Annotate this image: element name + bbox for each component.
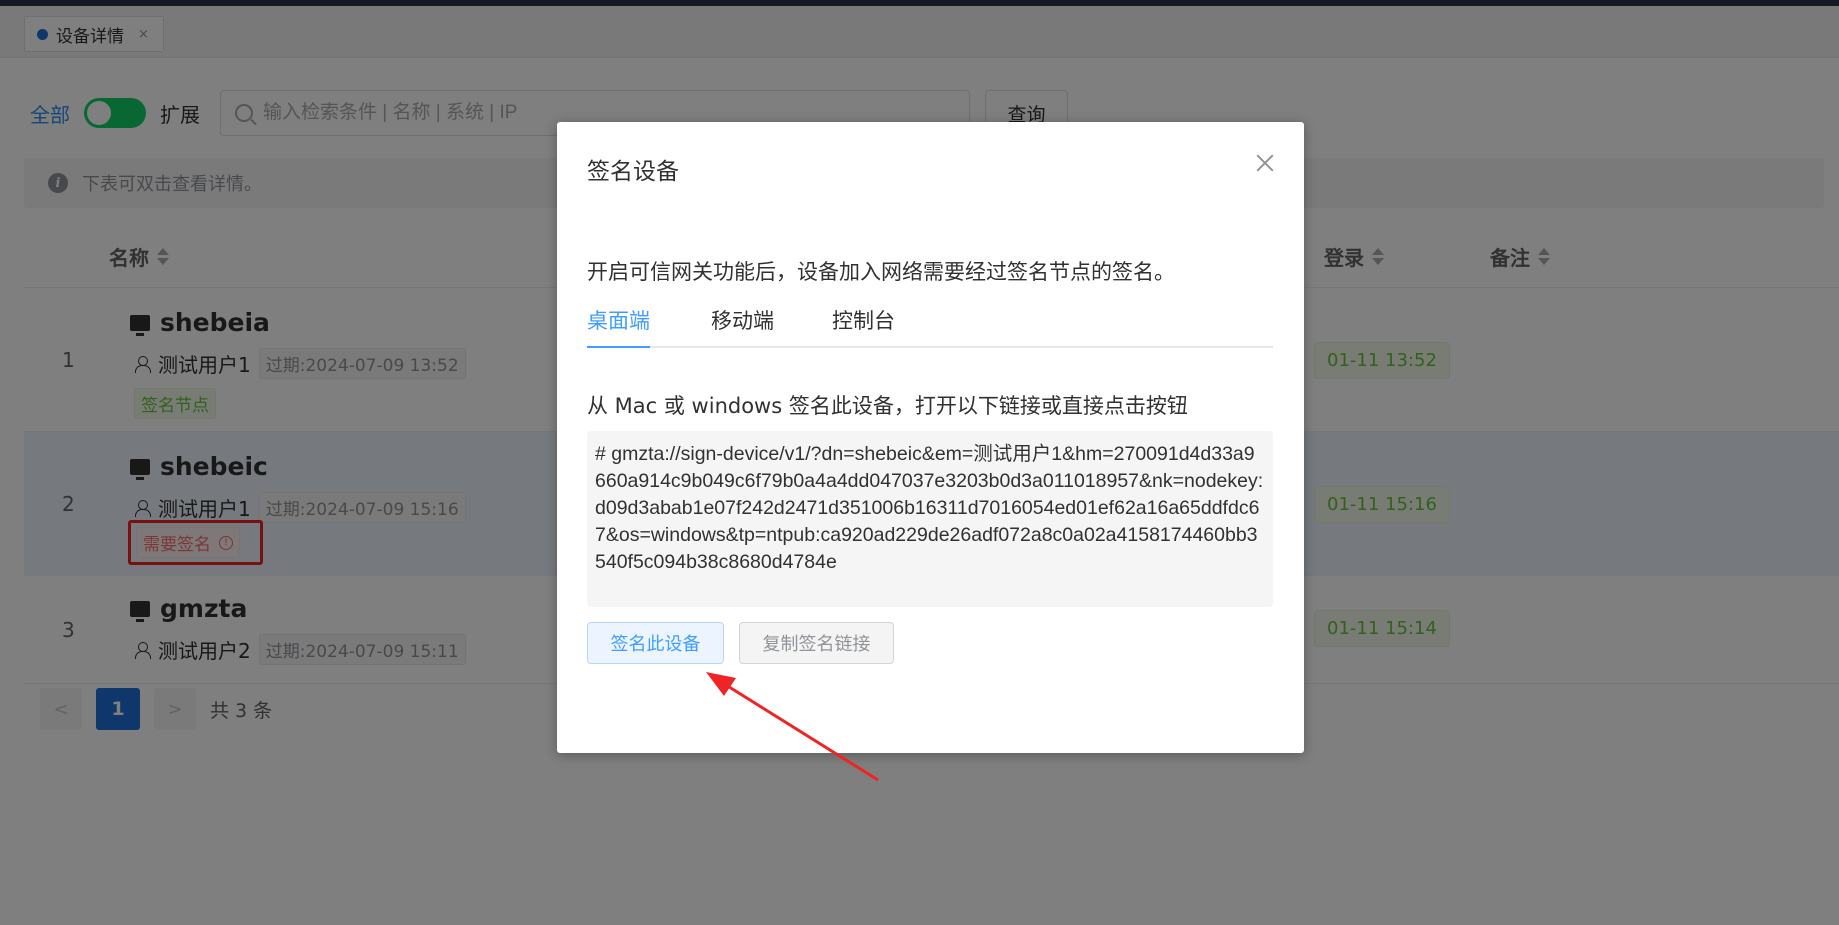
arrow-shaft — [717, 678, 879, 782]
arrow-head — [706, 672, 736, 696]
annotation-arrow — [706, 672, 879, 782]
